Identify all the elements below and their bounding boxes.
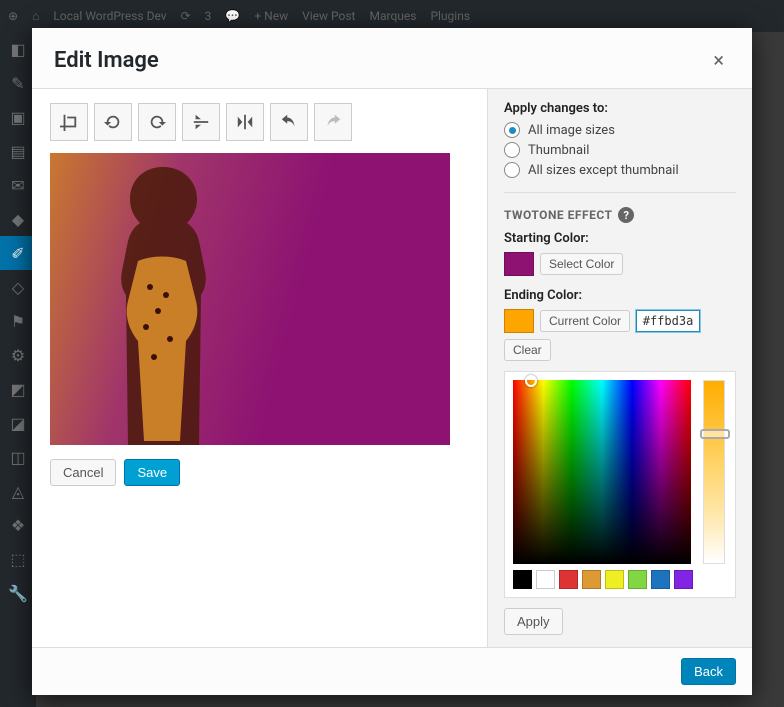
radio-thumb-label: Thumbnail <box>528 143 589 158</box>
radio-except-thumbnail[interactable]: All sizes except thumbnail <box>504 162 736 178</box>
starting-color-row: Select Color <box>504 252 736 276</box>
save-button[interactable]: Save <box>124 459 180 486</box>
modal-body: Cancel Save Apply changes to: All image … <box>32 89 752 647</box>
modal-title: Edit Image <box>54 48 159 73</box>
hue-thumb[interactable] <box>700 429 730 439</box>
preset-swatch[interactable] <box>674 570 693 589</box>
help-icon[interactable]: ? <box>618 207 634 223</box>
hue-slider[interactable] <box>703 380 725 564</box>
divider <box>504 192 736 193</box>
sidebar-item[interactable]: ◬ <box>0 474 36 508</box>
updates-count[interactable]: 3 <box>205 9 212 23</box>
preset-swatch[interactable] <box>651 570 670 589</box>
edit-canvas-pane: Cancel Save <box>32 89 488 647</box>
ending-color-hex-input[interactable] <box>636 310 700 332</box>
site-name[interactable]: Local WordPress Dev <box>53 9 166 23</box>
comments-icon[interactable]: 💬 <box>225 9 240 23</box>
plugins-link[interactable]: Plugins <box>430 9 470 23</box>
sidebar-dashboard-icon[interactable]: ◧ <box>0 32 36 66</box>
preset-swatch[interactable] <box>628 570 647 589</box>
radio-all-sizes[interactable]: All image sizes <box>504 122 736 138</box>
preview-figure <box>108 167 218 445</box>
starting-color-swatch[interactable] <box>504 252 534 276</box>
crop-icon[interactable] <box>50 103 88 141</box>
close-icon[interactable]: × <box>707 44 730 76</box>
twotone-title: TWOTONE EFFECT <box>504 208 612 222</box>
ending-color-swatch[interactable] <box>504 309 534 333</box>
view-post-link[interactable]: View Post <box>302 9 355 23</box>
preset-swatch-row <box>513 570 693 589</box>
saturation-value-field[interactable] <box>513 380 691 564</box>
redo-icon <box>314 103 352 141</box>
flip-horizontal-icon[interactable] <box>226 103 264 141</box>
flip-vertical-icon[interactable] <box>182 103 220 141</box>
current-ending-color-button[interactable]: Current Color <box>540 310 630 332</box>
sidebar-item[interactable]: ⬚ <box>0 542 36 576</box>
undo-icon[interactable] <box>270 103 308 141</box>
sidebar-pages-icon[interactable]: ▤ <box>0 134 36 168</box>
sidebar-media-icon[interactable]: ▣ <box>0 100 36 134</box>
sidebar-item[interactable]: ◆ <box>0 202 36 236</box>
ending-color-row: Current Color Clear <box>504 309 736 361</box>
image-toolbar <box>50 103 469 141</box>
radio-icon <box>504 162 520 178</box>
apply-changes-label: Apply changes to: <box>504 101 736 116</box>
new-link[interactable]: + New <box>254 9 288 23</box>
sv-thumb[interactable] <box>525 375 537 387</box>
sidebar-item[interactable]: ◫ <box>0 440 36 474</box>
sidebar-item[interactable]: ⚑ <box>0 304 36 338</box>
clear-color-button[interactable]: Clear <box>504 339 551 361</box>
radio-except-label: All sizes except thumbnail <box>528 163 679 178</box>
user-name[interactable]: Marques <box>369 9 416 23</box>
preset-swatch[interactable] <box>605 570 624 589</box>
updates-icon[interactable]: ⟳ <box>181 9 191 23</box>
edit-image-modal: Edit Image × <box>32 28 752 695</box>
rotate-cw-icon[interactable] <box>138 103 176 141</box>
preset-swatch[interactable] <box>559 570 578 589</box>
starting-color-label: Starting Color: <box>504 231 736 246</box>
modal-header: Edit Image × <box>32 28 752 89</box>
apply-button[interactable]: Apply <box>504 608 563 635</box>
sidebar-item[interactable]: ◇ <box>0 270 36 304</box>
select-starting-color-button[interactable]: Select Color <box>540 253 623 275</box>
back-button[interactable]: Back <box>681 658 736 685</box>
site-home-icon[interactable]: ⌂ <box>32 9 39 23</box>
rotate-ccw-icon[interactable] <box>94 103 132 141</box>
canvas-actions: Cancel Save <box>50 459 469 486</box>
modal-footer: Back <box>32 647 752 695</box>
cancel-button[interactable]: Cancel <box>50 459 116 486</box>
sidebar-item[interactable]: ⚙ <box>0 338 36 372</box>
sidebar-item[interactable]: ❖ <box>0 508 36 542</box>
admin-sidebar: ◧ ✎ ▣ ▤ ✉ ◆ ✐ ◇ ⚑ ⚙ ◩ ◪ ◫ ◬ ❖ ⬚ 🔧 <box>0 32 36 707</box>
wp-logo-icon[interactable]: ⊕ <box>8 9 18 23</box>
sidebar-item[interactable]: ◩ <box>0 372 36 406</box>
ending-color-label: Ending Color: <box>504 288 736 303</box>
preset-swatch[interactable] <box>513 570 532 589</box>
twotone-title-row: TWOTONE EFFECT ? <box>504 207 736 223</box>
radio-all-label: All image sizes <box>528 123 615 138</box>
radio-icon <box>504 122 520 138</box>
image-preview[interactable] <box>50 153 450 445</box>
settings-pane: Apply changes to: All image sizes Thumbn… <box>488 89 752 647</box>
preset-swatch[interactable] <box>536 570 555 589</box>
sidebar-item[interactable]: ◪ <box>0 406 36 440</box>
color-picker <box>504 371 736 598</box>
sidebar-comments-icon[interactable]: ✉ <box>0 168 36 202</box>
sidebar-tools-icon[interactable]: 🔧 <box>0 576 36 610</box>
sidebar-posts-icon[interactable]: ✎ <box>0 66 36 100</box>
preset-swatch[interactable] <box>582 570 601 589</box>
sidebar-appearance-icon[interactable]: ✐ <box>0 236 36 270</box>
radio-thumbnail[interactable]: Thumbnail <box>504 142 736 158</box>
radio-icon <box>504 142 520 158</box>
